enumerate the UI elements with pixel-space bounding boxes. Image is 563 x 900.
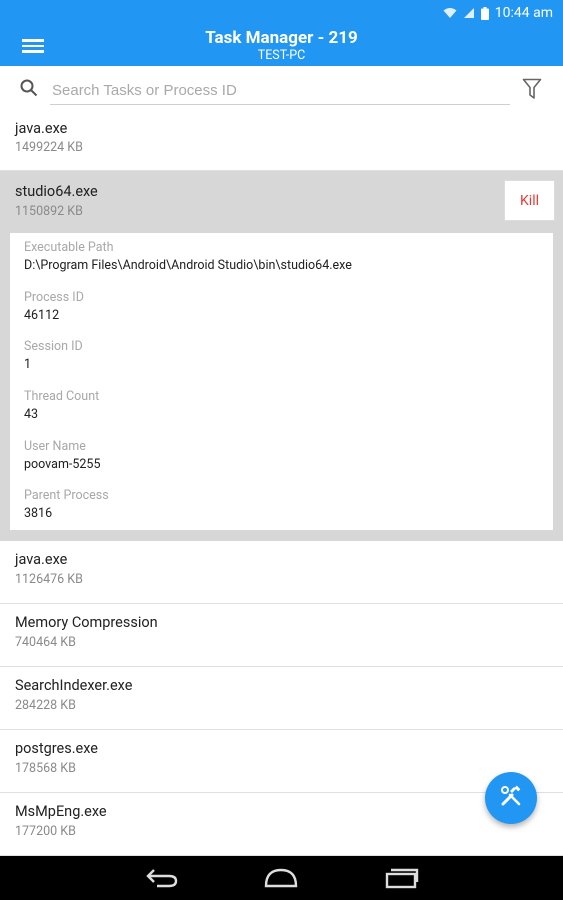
process-details-card: Executable Path D:\Program Files\Android… — [10, 233, 553, 530]
detail-label: Thread Count — [24, 389, 100, 404]
detail-label: Parent Process — [24, 488, 109, 503]
wifi-icon — [443, 7, 457, 19]
back-icon[interactable] — [145, 866, 179, 894]
tools-icon — [499, 784, 523, 812]
process-name: studio64.exe — [15, 183, 98, 200]
process-name: MsMpEng.exe — [15, 803, 107, 820]
list-item[interactable]: postgres.exe 178568 KB — [0, 730, 563, 793]
detail-label: Session ID — [24, 339, 83, 354]
process-name: postgres.exe — [15, 740, 98, 757]
list-item[interactable]: java.exe 1499224 KB — [0, 112, 563, 171]
detail-session-id: Session ID 1 — [24, 339, 83, 372]
clock: 10:44 am — [494, 5, 553, 21]
recents-icon[interactable] — [385, 866, 419, 894]
detail-label: User Name — [24, 439, 86, 454]
filter-icon[interactable] — [522, 78, 542, 104]
tools-button[interactable] — [485, 772, 537, 824]
process-name: Memory Compression — [15, 614, 158, 631]
detail-label: Process ID — [24, 290, 84, 305]
detail-label: Executable Path — [24, 240, 114, 255]
detail-value: poovam-5255 — [24, 457, 101, 472]
detail-user-name: User Name poovam-5255 — [24, 439, 100, 472]
list-item[interactable]: MsMpEng.exe 177200 KB — [0, 793, 563, 856]
battery-icon — [480, 6, 489, 20]
process-memory: 1499224 KB — [15, 140, 83, 155]
list-item[interactable]: Memory Compression 740464 KB — [0, 604, 563, 667]
process-name: java.exe — [15, 120, 68, 137]
list-item[interactable]: SearchIndexer.exe 284228 KB — [0, 667, 563, 730]
kill-button[interactable]: Kill — [504, 180, 555, 221]
process-list: java.exe 1499224 KB studio64.exe 1150892… — [0, 112, 563, 856]
detail-value: 3816 — [24, 506, 53, 521]
app-bar: Task Manager - 219 TEST-PC — [0, 26, 563, 66]
search-bar — [0, 66, 563, 112]
detail-process-id: Process ID 46112 — [24, 290, 84, 323]
detail-thread-count: Thread Count 43 — [24, 389, 99, 422]
detail-value: 43 — [24, 407, 39, 422]
status-icons: 10:44 am — [443, 5, 553, 21]
process-memory: 284228 KB — [15, 698, 76, 713]
process-name: SearchIndexer.exe — [15, 677, 133, 694]
search-icon — [20, 79, 38, 101]
process-memory: 1126476 KB — [15, 572, 83, 587]
home-icon[interactable] — [263, 866, 299, 894]
app-subtitle: TEST-PC — [257, 48, 306, 63]
list-item-expanded[interactable]: studio64.exe 1150892 KB Kill Executable … — [0, 171, 563, 541]
process-memory: 740464 KB — [15, 635, 76, 650]
detail-value: D:\Program Files\Android\Android Studio\… — [24, 258, 352, 273]
list-item[interactable]: java.exe 1126476 KB — [0, 541, 563, 604]
process-memory: 178568 KB — [15, 761, 76, 776]
app-title: Task Manager - 219 — [205, 28, 358, 48]
process-memory: 1150892 KB — [15, 204, 83, 219]
system-nav-bar — [0, 856, 563, 900]
status-bar: 10:44 am — [0, 0, 563, 26]
search-input[interactable] — [50, 76, 510, 105]
detail-value: 1 — [24, 357, 32, 372]
detail-executable-path: Executable Path D:\Program Files\Android… — [24, 240, 352, 273]
detail-value: 46112 — [24, 308, 60, 323]
signal-icon — [463, 7, 475, 19]
process-name: java.exe — [15, 551, 68, 568]
detail-parent-process: Parent Process 3816 — [24, 488, 109, 521]
process-memory: 177200 KB — [15, 824, 76, 839]
